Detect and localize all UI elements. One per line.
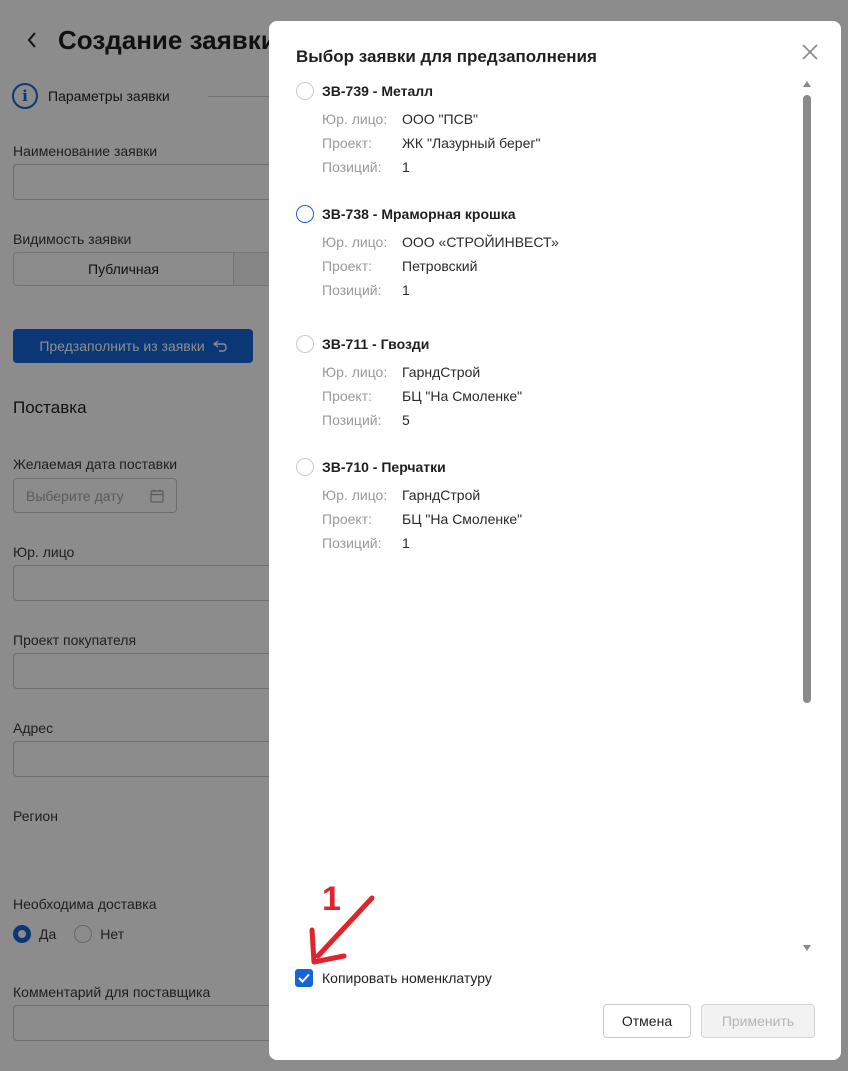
scroll-thumb[interactable] <box>803 95 811 703</box>
copy-nomenclature-label: Копировать номенклатуру <box>322 970 492 986</box>
list-scrollbar[interactable] <box>800 81 814 951</box>
close-icon[interactable] <box>799 41 821 63</box>
cancel-button[interactable]: Отмена <box>603 1004 691 1038</box>
prop-label-legal: Юр. лицо: <box>322 234 388 250</box>
list-item[interactable]: ЗВ-738 - Мраморная крошка Юр. лицо: ООО «… <box>296 202 796 302</box>
prop-label-project: Проект: <box>322 258 373 274</box>
item-radio[interactable] <box>296 82 314 100</box>
prop-label-positions: Позиций: <box>322 412 382 428</box>
prop-label-project: Проект: <box>322 135 373 151</box>
item-radio[interactable] <box>296 335 314 353</box>
prop-label-legal: Юр. лицо: <box>322 111 388 127</box>
item-title: ЗВ-739 - Металл <box>322 83 434 99</box>
apply-button[interactable]: Применить <box>701 1004 815 1038</box>
prop-value-positions: 1 <box>402 159 410 175</box>
item-radio[interactable] <box>296 458 314 476</box>
list-item[interactable]: ЗВ-711 - Гвозди Юр. лицо: ГарндСтрой Прое… <box>296 332 796 432</box>
prop-value-project: ЖК "Лазурный берег" <box>402 135 541 151</box>
prop-label-legal: Юр. лицо: <box>322 487 388 503</box>
annotation-arrow-icon <box>309 895 375 965</box>
prop-label-positions: Позиций: <box>322 535 382 551</box>
item-title: ЗВ-711 - Гвозди <box>322 336 430 352</box>
prop-value-project: БЦ "На Смоленке" <box>402 511 523 527</box>
prop-value-legal: ООО "ПСВ" <box>402 111 479 127</box>
copy-nomenclature-checkbox-row[interactable]: Копировать номенклатуру <box>295 969 492 987</box>
prop-value-positions: 1 <box>402 282 410 298</box>
prop-value-positions: 5 <box>402 412 410 428</box>
modal-title: Выбор заявки для предзаполнения <box>296 47 597 66</box>
scroll-up-arrow-icon[interactable] <box>803 81 811 87</box>
scroll-down-arrow-icon[interactable] <box>803 945 811 951</box>
item-title: ЗВ-738 - Мраморная крошка <box>322 206 516 222</box>
prop-label-legal: Юр. лицо: <box>322 364 388 380</box>
prop-label-project: Проект: <box>322 511 373 527</box>
prop-value-project: БЦ "На Смоленке" <box>402 388 523 404</box>
list-item[interactable]: ЗВ-710 - Перчатки Юр. лицо: ГарндСтрой Пр… <box>296 455 796 555</box>
prop-value-legal: ООО «СТРОЙИНВЕСТ» <box>402 234 559 250</box>
prop-value-legal: ГарндСтрой <box>402 487 481 503</box>
checkmark-icon <box>298 973 310 983</box>
prop-value-legal: ГарндСтрой <box>402 364 481 380</box>
list-item[interactable]: ЗВ-739 - Металл Юр. лицо: ООО "ПСВ" Проек… <box>296 79 796 179</box>
item-radio[interactable] <box>296 205 314 223</box>
prop-label-project: Проект: <box>322 388 373 404</box>
prop-label-positions: Позиций: <box>322 159 382 175</box>
prop-value-project: Петровский <box>402 258 478 274</box>
item-title: ЗВ-710 - Перчатки <box>322 459 446 475</box>
copy-nomenclature-checkbox[interactable] <box>295 969 313 987</box>
prop-label-positions: Позиций: <box>322 282 382 298</box>
prop-value-positions: 1 <box>402 535 410 551</box>
